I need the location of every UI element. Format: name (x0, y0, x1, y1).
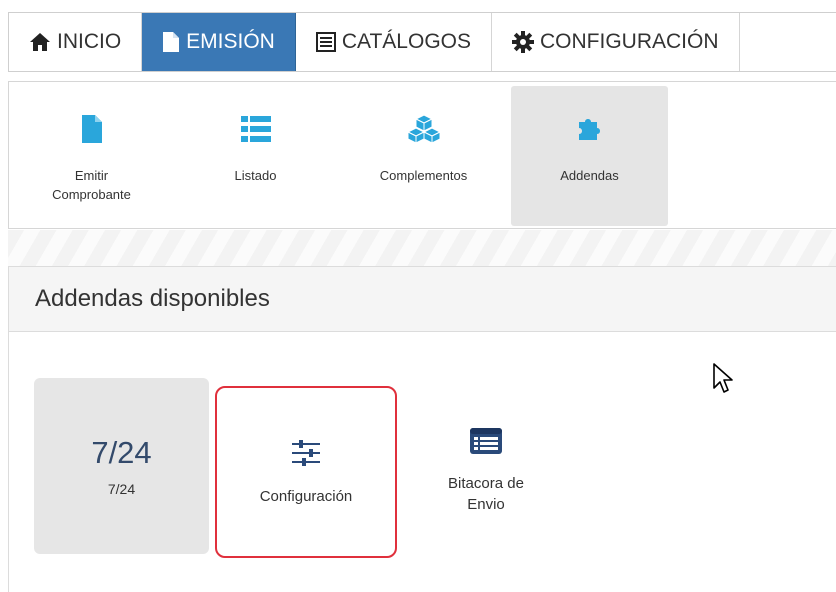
file-icon (162, 31, 180, 53)
toolbar-item-emitir[interactable]: Emitir Comprobante (13, 86, 170, 226)
tab-inicio-label: INICIO (57, 30, 122, 53)
gear-icon (512, 31, 534, 53)
tab-catalogos[interactable]: CATÁLOGOS (296, 13, 492, 71)
addenda-card-724-big-label: 7/24 (91, 435, 152, 470)
home-icon (29, 32, 51, 52)
tab-configuracion-label: CONFIGURACIÓN (540, 30, 719, 53)
striped-divider (8, 230, 836, 266)
puzzle-icon (575, 112, 605, 146)
toolbar-item-addendas[interactable]: Addendas (511, 86, 668, 226)
mouse-cursor-icon (712, 362, 734, 399)
panel-title: Addendas disponibles (35, 285, 270, 312)
toolbar-item-listado-label: Listado (234, 168, 277, 183)
emision-toolbar: Emitir Comprobante Listado Complementos … (8, 81, 836, 229)
toolbar-item-complementos-label: Complementos (379, 168, 468, 183)
tab-emision[interactable]: EMISIÓN (142, 13, 296, 71)
addenda-card-724-label: 7/24 (107, 481, 136, 497)
toolbar-item-complementos[interactable]: Complementos (345, 86, 502, 226)
configuracion-card-label: Configuración (259, 487, 353, 505)
list-icon (240, 112, 271, 146)
panel-heading: Addendas disponibles (8, 266, 836, 332)
tab-emision-label: EMISIÓN (186, 30, 275, 53)
main-nav: INICIO EMISIÓN CATÁLOGOS CONFIGURACIÓN (8, 12, 836, 72)
list-alt-icon (315, 32, 336, 52)
toolbar-item-listado[interactable]: Listado (177, 86, 334, 226)
log-list-icon (469, 427, 503, 459)
toolbar-item-emitir-label: Emitir Comprobante (52, 168, 131, 202)
addenda-card-724[interactable]: 7/24 7/24 (34, 378, 209, 554)
cubes-icon (406, 112, 441, 146)
tab-inicio[interactable]: INICIO (9, 13, 143, 71)
toolbar-item-addendas-label: Addendas (560, 168, 619, 183)
file-icon (81, 112, 103, 146)
sliders-icon (292, 439, 320, 470)
tab-configuracion[interactable]: CONFIGURACIÓN (492, 13, 740, 71)
tab-catalogos-label: CATÁLOGOS (341, 30, 471, 53)
configuracion-card[interactable]: Configuración (215, 386, 397, 558)
bitacora-card-label: Bitacora de Envio (448, 475, 524, 513)
bitacora-card[interactable]: Bitacora de Envio (405, 386, 567, 556)
